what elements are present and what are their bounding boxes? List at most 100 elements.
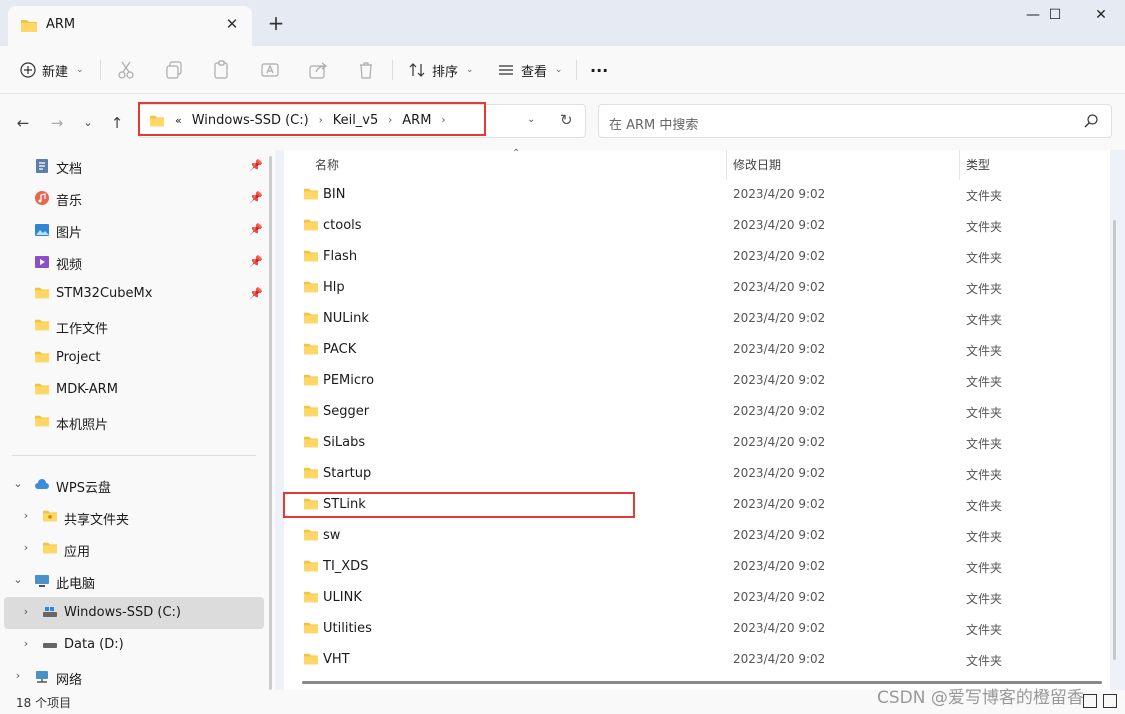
file-type: 文件夹 — [966, 344, 1003, 358]
paste-icon[interactable] — [211, 59, 233, 81]
tree-item[interactable]: › 应用 — [0, 533, 265, 565]
address-dropdown-icon[interactable]: ⌄ — [527, 114, 535, 125]
column-header-type[interactable]: 类型 — [966, 156, 990, 173]
file-modified: 2023/4/20 9:02 — [733, 373, 826, 387]
column-header-modified[interactable]: 修改日期 — [733, 156, 781, 173]
table-row[interactable]: Hlp 2023/4/20 9:02 文件夹 — [284, 272, 1110, 303]
maximize-button[interactable]: ☐ — [1032, 0, 1078, 32]
table-row[interactable]: ctools 2023/4/20 9:02 文件夹 — [284, 210, 1110, 241]
breadcrumb-separator-icon[interactable]: › — [319, 115, 323, 126]
table-row[interactable]: Segger 2023/4/20 9:02 文件夹 — [284, 396, 1110, 427]
forward-arrow-icon[interactable]: → — [46, 112, 68, 134]
pin-icon[interactable]: 📌 — [249, 223, 263, 236]
tree-item[interactable]: › 共享文件夹 — [0, 501, 265, 533]
sidebar-item-label: 图片 — [56, 226, 83, 241]
new-tab-button[interactable]: + — [264, 12, 288, 36]
drive-d-icon — [42, 637, 58, 653]
new-button[interactable]: 新建 ⌄ — [20, 55, 84, 85]
table-row[interactable]: STLink 2023/4/20 9:02 文件夹 — [284, 489, 1110, 520]
pin-icon[interactable]: 📌 — [249, 255, 263, 268]
folder-icon — [303, 218, 319, 236]
search-input[interactable]: 在 ARM 中搜索 — [609, 114, 698, 133]
tree-item[interactable]: ⌄ 此电脑 — [0, 565, 265, 597]
tree-item[interactable]: › Data (D:) — [0, 629, 265, 661]
view-button[interactable]: 查看 ⌄ — [497, 55, 563, 85]
videos-icon — [34, 254, 50, 270]
copy-icon[interactable] — [163, 59, 185, 81]
more-options-button[interactable]: ··· — [590, 55, 608, 85]
table-row[interactable]: BIN 2023/4/20 9:02 文件夹 — [284, 179, 1110, 210]
delete-icon[interactable] — [355, 59, 377, 81]
vertical-scrollbar[interactable] — [1113, 220, 1116, 660]
pin-icon[interactable]: 📌 — [249, 287, 263, 300]
pin-icon[interactable]: 📌 — [249, 191, 263, 204]
table-row[interactable]: ULINK 2023/4/20 9:02 文件夹 — [284, 582, 1110, 613]
table-row[interactable]: sw 2023/4/20 9:02 文件夹 — [284, 520, 1110, 551]
recent-locations-icon[interactable]: ⌄ — [77, 112, 99, 134]
tiles-view-icon[interactable] — [1103, 694, 1117, 708]
sidebar-item[interactable]: 视频 📌 — [0, 246, 265, 278]
sidebar-item[interactable]: STM32CubeMx 📌 — [0, 278, 265, 310]
sidebar-item[interactable]: 本机照片 — [0, 406, 265, 438]
expand-chevron-icon[interactable]: ⌄ — [11, 477, 25, 490]
sort-button[interactable]: 排序 ⌄ — [408, 55, 474, 85]
breadcrumb-drive[interactable]: Windows-SSD (C:) — [192, 113, 309, 128]
breadcrumb-overflow[interactable]: « — [175, 114, 182, 127]
tree-item[interactable]: › 网络 — [0, 661, 265, 693]
tab-arm[interactable]: ARM ✕ — [8, 6, 252, 46]
sidebar-item[interactable]: Project — [0, 342, 265, 374]
table-row[interactable]: TI_XDS 2023/4/20 9:02 文件夹 — [284, 551, 1110, 582]
sidebar-item[interactable]: 音乐 📌 — [0, 182, 265, 214]
expand-chevron-icon[interactable]: › — [19, 637, 33, 650]
sidebar-item[interactable]: 工作文件 — [0, 310, 265, 342]
column-header-name[interactable]: 名称 — [315, 156, 339, 173]
breadcrumb-arm[interactable]: ARM — [402, 113, 431, 128]
tree-item[interactable]: ⌄ WPS云盘 — [0, 469, 265, 501]
search-icon[interactable] — [1083, 113, 1099, 129]
tab-close-icon[interactable]: ✕ — [222, 14, 242, 34]
navigation-pane: 文档 📌 音乐 📌 图片 📌 视频 📌 STM32CubeMx 📌 工作文件 Project MDK-A… — [0, 150, 275, 690]
breadcrumb-separator-icon[interactable]: › — [388, 115, 392, 126]
table-row[interactable]: VHT 2023/4/20 9:02 文件夹 — [284, 644, 1110, 675]
expand-chevron-icon[interactable]: › — [19, 605, 33, 618]
sidebar-scrollbar[interactable] — [269, 156, 272, 690]
refresh-icon[interactable]: ↻ — [560, 111, 573, 129]
table-row[interactable]: Utilities 2023/4/20 9:02 文件夹 — [284, 613, 1110, 644]
address-bar[interactable]: « Windows-SSD (C:) › Keil_v5 › ARM › ⌄ ↻ — [138, 104, 586, 138]
sort-ascending-icon: ⌃ — [512, 148, 521, 159]
table-row[interactable]: SiLabs 2023/4/20 9:02 文件夹 — [284, 427, 1110, 458]
column-divider[interactable] — [959, 150, 960, 180]
expand-chevron-icon[interactable]: › — [19, 541, 33, 554]
folder-icon — [303, 373, 319, 391]
file-type: 文件夹 — [966, 313, 1003, 327]
search-box[interactable]: 在 ARM 中搜索 — [598, 104, 1112, 138]
sidebar-item[interactable]: 文档 📌 — [0, 150, 265, 182]
close-window-button[interactable]: ✕ — [1078, 0, 1124, 32]
breadcrumb-keil[interactable]: Keil_v5 — [333, 113, 379, 128]
table-row[interactable]: NULink 2023/4/20 9:02 文件夹 — [284, 303, 1110, 334]
details-view-icon[interactable] — [1083, 694, 1097, 708]
folder-icon — [303, 590, 319, 608]
expand-chevron-icon[interactable]: ⌄ — [11, 573, 25, 586]
tree-item[interactable]: › Windows-SSD (C:) — [4, 597, 264, 629]
pin-icon[interactable]: 📌 — [249, 159, 263, 172]
up-arrow-icon[interactable]: ↑ — [106, 112, 128, 134]
table-row[interactable]: PACK 2023/4/20 9:02 文件夹 — [284, 334, 1110, 365]
breadcrumb-separator-icon[interactable]: › — [441, 115, 445, 126]
expand-chevron-icon[interactable]: › — [19, 509, 33, 522]
back-arrow-icon[interactable]: ← — [12, 112, 34, 134]
expand-chevron-icon[interactable]: › — [11, 669, 25, 682]
tree-item-label: WPS云盘 — [56, 481, 111, 496]
folder-icon — [303, 528, 319, 546]
sidebar-item[interactable]: 图片 📌 — [0, 214, 265, 246]
cut-icon[interactable] — [115, 59, 137, 81]
folder-icon — [150, 115, 164, 126]
table-row[interactable]: Startup 2023/4/20 9:02 文件夹 — [284, 458, 1110, 489]
sort-icon — [409, 63, 425, 77]
table-row[interactable]: Flash 2023/4/20 9:02 文件夹 — [284, 241, 1110, 272]
table-row[interactable]: PEMicro 2023/4/20 9:02 文件夹 — [284, 365, 1110, 396]
column-divider[interactable] — [726, 150, 727, 180]
sidebar-item[interactable]: MDK-ARM — [0, 374, 265, 406]
rename-icon[interactable] — [259, 59, 281, 81]
share-icon[interactable] — [307, 59, 329, 81]
